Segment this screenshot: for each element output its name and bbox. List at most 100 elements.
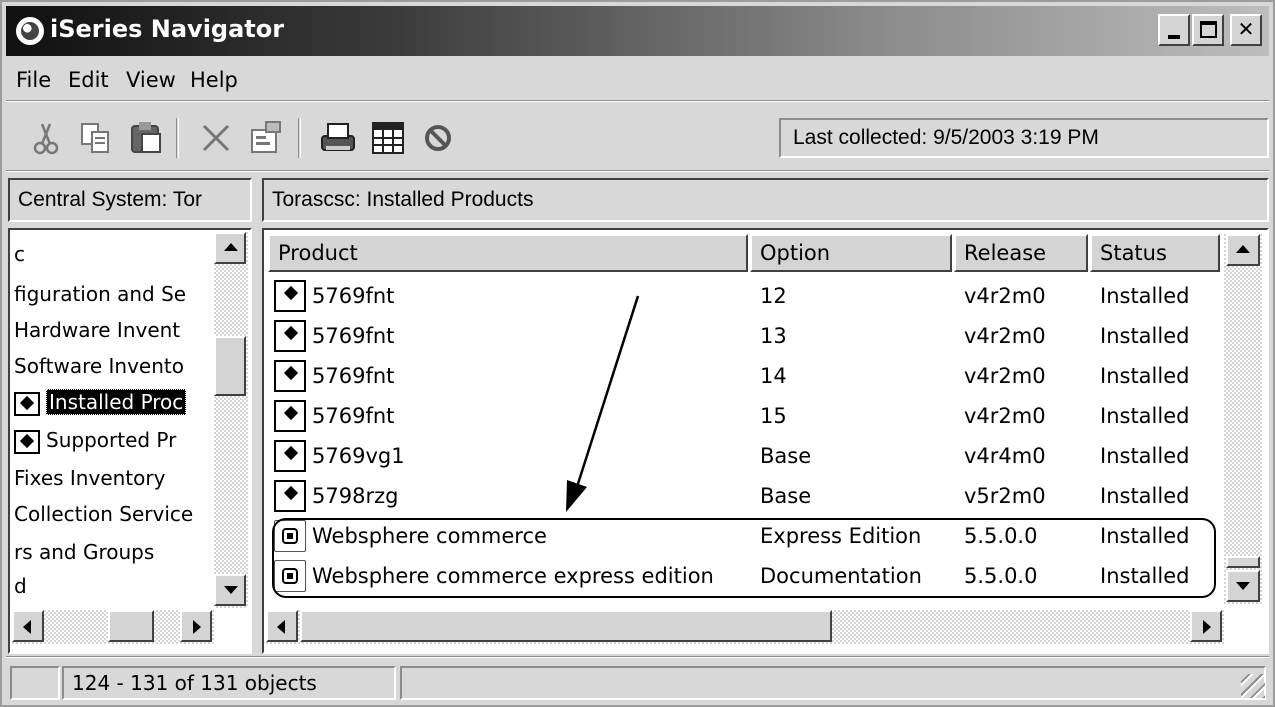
menu-bar: File Edit View Help (6, 60, 1269, 100)
navigation-tree: c figuration and Se Hardware Invent Soft… (8, 228, 252, 654)
title-bar: iSeries Navigator ✕ (6, 6, 1269, 56)
option-cell: 14 (760, 364, 787, 388)
column-header-release[interactable]: Release (954, 234, 1088, 272)
product-icon (274, 320, 306, 352)
product-cell: Websphere commerce express edition (312, 564, 714, 588)
cut-icon[interactable] (26, 118, 66, 158)
app-window: iSeries Navigator ✕ File Edit View Help (0, 0, 1275, 707)
scroll-up-button[interactable] (214, 232, 246, 264)
menu-help[interactable]: Help (190, 68, 238, 92)
status-cell: Installed (1100, 444, 1190, 468)
websphere-product-icon (274, 520, 306, 552)
table-row[interactable]: 5798rzg Base v5r2m0 Installed (268, 478, 1218, 518)
maximize-icon (1200, 21, 1217, 38)
delete-icon[interactable] (196, 118, 236, 158)
status-cell: Installed (1100, 484, 1190, 508)
scroll-right-button[interactable] (180, 610, 212, 642)
status-cell: Installed (1100, 404, 1190, 428)
table-row[interactable]: Websphere commerce express edition Docum… (268, 558, 1218, 598)
close-button[interactable]: ✕ (1230, 14, 1262, 46)
menu-view[interactable]: View (126, 68, 176, 92)
scroll-down-button[interactable] (1226, 570, 1260, 602)
product-cell: Websphere commerce (312, 524, 547, 548)
tree-item[interactable]: figuration and Se (14, 282, 186, 306)
maximize-button[interactable] (1192, 14, 1224, 46)
option-cell: 13 (760, 324, 787, 348)
tree-horizontal-scrollbar[interactable] (12, 610, 214, 644)
tree-item-installed-products[interactable]: Installed Proc (14, 389, 187, 416)
status-divider (6, 656, 1269, 658)
print-icon[interactable] (318, 118, 358, 158)
column-header-status[interactable]: Status (1090, 234, 1220, 272)
status-cell: Installed (1100, 284, 1190, 308)
scroll-right-button[interactable] (1190, 610, 1222, 642)
product-icon (274, 280, 306, 312)
column-header-option[interactable]: Option (750, 234, 952, 272)
menu-file[interactable]: File (16, 68, 51, 92)
annotation-arrow (566, 295, 640, 512)
scroll-thumb[interactable] (108, 610, 154, 642)
product-cell: 5769vg1 (312, 444, 405, 468)
scroll-left-button[interactable] (12, 610, 44, 642)
scroll-up-button[interactable] (1226, 234, 1260, 266)
tree-item[interactable]: c (14, 242, 25, 266)
tree-item-supported-products[interactable]: Supported Pr (14, 428, 176, 454)
release-cell: v4r2m0 (964, 284, 1046, 308)
toolbar-separator (298, 118, 301, 158)
table-row[interactable]: 5769vg1 Base v4r4m0 Installed (268, 438, 1218, 478)
table-row[interactable]: 5769fnt 14 v4r2m0 Installed (268, 358, 1218, 398)
table-row[interactable]: 5769fnt 13 v4r2m0 Installed (268, 318, 1218, 358)
copy-icon[interactable] (76, 118, 116, 158)
list-vertical-scrollbar[interactable] (1224, 234, 1262, 604)
tree-vertical-scrollbar[interactable] (214, 232, 248, 608)
properties-icon[interactable] (246, 118, 286, 158)
option-cell: Express Edition (760, 524, 922, 548)
last-collected-field: Last collected: 9/5/2003 3:19 PM (779, 118, 1269, 158)
scroll-thumb[interactable] (300, 610, 832, 642)
scroll-down-button[interactable] (214, 574, 246, 606)
resize-grip-icon[interactable] (1241, 674, 1265, 698)
stop-icon[interactable] (418, 118, 458, 158)
product-cell: 5769fnt (312, 364, 395, 388)
table-row[interactable]: 5769fnt 12 v4r2m0 Installed (268, 278, 1218, 318)
status-cell: Installed (1100, 564, 1190, 588)
product-cell: 5798rzg (312, 484, 399, 508)
column-header-product[interactable]: Product (268, 234, 748, 272)
release-cell: v4r2m0 (964, 324, 1046, 348)
tree-item-label: Installed Proc (46, 389, 187, 415)
scroll-left-button[interactable] (266, 610, 298, 642)
product-cell: 5769fnt (312, 324, 395, 348)
tree-item[interactable]: Software Invento (14, 354, 184, 378)
tree-item-label: Supported Pr (46, 428, 177, 452)
product-icon (274, 360, 306, 392)
tree-item[interactable]: rs and Groups (14, 540, 154, 564)
status-cell: Installed (1100, 324, 1190, 348)
right-pane-header: Torascsc: Installed Products (262, 178, 1269, 222)
status-panel-empty (10, 666, 60, 700)
option-cell: 12 (760, 284, 787, 308)
tree-item[interactable]: Hardware Invent (14, 318, 180, 342)
tree-item[interactable]: Fixes Inventory (14, 466, 165, 490)
product-cell: 5769fnt (312, 404, 395, 428)
minimize-button[interactable] (1158, 14, 1190, 46)
product-cell: 5769fnt (312, 284, 395, 308)
scroll-thumb[interactable] (214, 336, 246, 396)
menu-divider (6, 100, 1269, 102)
tree-item[interactable]: d (14, 574, 27, 598)
tree-item[interactable]: Collection Service (14, 502, 193, 526)
toolbar: Last collected: 9/5/2003 3:19 PM (6, 106, 1269, 170)
paste-icon[interactable] (126, 118, 166, 158)
columns-icon[interactable] (368, 118, 408, 158)
minimize-icon (1168, 35, 1180, 39)
scroll-thumb[interactable] (1226, 556, 1260, 568)
option-cell: Base (760, 484, 812, 508)
product-icon (274, 480, 306, 512)
table-row[interactable]: Websphere commerce Express Edition 5.5.0… (268, 518, 1218, 558)
app-logo-icon (16, 17, 44, 45)
status-panel-message (400, 666, 1266, 700)
table-row[interactable]: 5769fnt 15 v4r2m0 Installed (268, 398, 1218, 438)
product-icon (274, 440, 306, 472)
release-cell: 5.5.0.0 (964, 524, 1038, 548)
menu-edit[interactable]: Edit (68, 68, 109, 92)
list-horizontal-scrollbar[interactable] (266, 610, 1224, 644)
